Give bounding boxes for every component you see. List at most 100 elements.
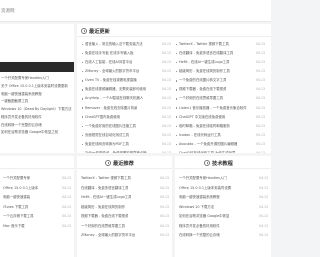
list-item[interactable]: 超级简历 - 免费在线简历制作 04-13 [77, 203, 172, 213]
list-item[interactable]: HeMi - 在线AI一键生成Logo工具 04-13 [77, 193, 172, 203]
list-item[interactable]: Remover - 免费在线去除图片背景 04-13 [82, 104, 173, 113]
item-title[interactable]: 超级简历 - 免费在线简历制作工具 [179, 67, 230, 76]
list-item[interactable]: ZMoney - 全球最火的数字货币平台 04-13 [82, 67, 173, 76]
item-title[interactable]: Listen1 音乐播放器 - 一个免费音乐聚合软件 [179, 104, 247, 113]
list-item[interactable]: 一个免费的在线图片转文字工具 04-13 [176, 76, 267, 85]
item-title[interactable]: Remover - 免费在线去除图片背景 [85, 104, 137, 113]
list-item[interactable]: 在线翻译 - 免费多语言在线翻译工具 04-13 [176, 49, 267, 58]
list-item[interactable]: 一个免费好用的在线图片压缩工具 04-13 [82, 122, 173, 131]
item-title[interactable]: 一个免费好用的在线图片压缩工具 [85, 122, 136, 131]
item-title[interactable]: TwitterX - Twitter 视频下载工具 [81, 174, 131, 184]
list-item[interactable]: 一个开关配置专家 04-13 [0, 174, 74, 184]
item-title[interactable]: Icodon - 在线代码运行工具 [179, 131, 221, 140]
list-item[interactable]: ChatGPT国内免费使用 04-13 [82, 113, 173, 122]
list-item[interactable]: 程序员开发必备的好用软件 04-13 [175, 222, 271, 232]
list-item[interactable]: 一键截图截屏工具 [0, 98, 74, 106]
list-item[interactable]: 在线翻译 - 免费多语言翻译工具 04-13 [77, 184, 172, 194]
list-item[interactable]: Oven TV - 免费在线观看电视直播 04-13 [82, 76, 173, 85]
item-title[interactable]: Mac 音乐下载 [3, 222, 25, 232]
list-item[interactable]: ChatGPT 中文版在线免费使用 04-13 [176, 113, 267, 122]
item-title[interactable]: ChatGPT 中文版在线免费使用 [179, 113, 225, 122]
list-item[interactable]: 页面视觉在线自动化测试工具 04-13 [82, 131, 173, 140]
list-item[interactable]: AnyHelp - 一个AI智能在线聊天机器人 04-13 [82, 94, 173, 103]
item-title[interactable]: TVBox影视盒子，免费观看影视直播点播 [85, 149, 147, 153]
item-title[interactable]: 一个开关配置专家Handles入门 [179, 174, 227, 184]
item-title[interactable]: Oven TV - 免费在线观看电视直播 [85, 76, 137, 85]
item-title[interactable]: 程序员开发必备的好用软件 [179, 222, 220, 232]
site-title[interactable]: 资源网 [1, 8, 15, 14]
list-item[interactable]: ChatGPT在线创作工具 为你生成创意 04-13 [176, 149, 267, 153]
item-title[interactable]: Windows 10 下载方法 [179, 203, 214, 213]
list-item[interactable]: 在线转换一个完整的云存储 [0, 122, 74, 130]
item-title[interactable]: TwitterX - Twitter 视频下载工具 [179, 40, 229, 49]
item-title[interactable]: 免费在线视频编辑器，无需安装即可使用 [85, 85, 146, 94]
item-title[interactable]: 一个云存储下载工具 [3, 212, 34, 222]
item-title[interactable]: ChatGPT国内免费使用 [85, 113, 120, 122]
list-item[interactable]: 一个开关配置专家Handles入门 [0, 75, 74, 83]
list-item[interactable]: 如何在谷歌浏览器 Google中恢复 04-13 [175, 212, 271, 222]
list-item[interactable]: 一个开关配置专家Handles入门 04-13 [175, 174, 271, 184]
list-item[interactable]: 电脑一键快速重装 04-13 [0, 193, 74, 203]
item-title[interactable]: 在线翻译 - 免费多语言翻译工具 [81, 184, 128, 194]
item-title[interactable]: HeMi - 在线AI一键生成Logo工具 [81, 193, 131, 203]
item-title[interactable]: Office 15.0 0.1上版本 [3, 184, 38, 194]
list-item[interactable]: TwitterX - Twitter 视频下载工具 04-13 [176, 40, 267, 49]
list-item[interactable]: 一个云存储下载工具 04-13 [0, 212, 74, 222]
item-title[interactable]: 一个开关配置专家 [3, 174, 30, 184]
list-item[interactable]: 在线人工智能 - 在线AI问答平台 04-13 [82, 58, 173, 67]
item-title[interactable]: 电脑一键快速重装 [3, 193, 30, 203]
list-item[interactable]: 视频下载器 - 免费在线下载视频 04-13 [176, 85, 267, 94]
list-item[interactable]: Windows 10 下载方法 04-13 [175, 203, 271, 213]
item-title[interactable]: ZMoney - 全球最火的数字货币平台 [81, 231, 135, 241]
list-item[interactable]: 电脑一键快速重装系统教程 [0, 91, 74, 99]
item-title[interactable]: Avocado - 一个免费开源的图片编辑器 [179, 140, 237, 149]
list-item[interactable]: TwitterX - Twitter 视频下载工具 04-13 [77, 174, 172, 184]
item-title[interactable]: 一个好用的在线思维导图工具 [179, 94, 223, 103]
list-item[interactable]: 电脑一键快速重装系统教程 04-13 [175, 193, 271, 203]
item-title[interactable]: ChatGPT在线创作工具 为你生成创意 [179, 149, 235, 153]
item-title[interactable]: 电脑一键快速重装系统教程 [179, 193, 220, 203]
list-item[interactable]: Avocado - 一个免费开源的图片编辑器 04-13 [176, 140, 267, 149]
item-title[interactable]: 临时邮箱 - 免费在线临时邮箱服务 [179, 122, 230, 131]
list-item[interactable]: 免费在线网页转换为PDF工具 04-13 [82, 140, 173, 149]
item-title[interactable]: AnyHelp - 一个AI智能在线聊天机器人 [85, 94, 143, 103]
list-item[interactable]: 关于 Office 15.0 0.1上版本安装时设置更新 [0, 83, 74, 91]
item-title[interactable]: 如何在谷歌浏览器 Google中恢复 [179, 212, 229, 222]
item-title[interactable]: ZMoney - 全球最火的数字货币平台 [85, 67, 139, 76]
item-title[interactable]: iTunes 下载工具 [3, 203, 28, 213]
item-title[interactable]: Office 15.0 0.1上版本安装时设置 [179, 184, 231, 194]
list-item[interactable]: Office 15.0 0.1上版本安装时设置 04-13 [175, 184, 271, 194]
item-title[interactable]: 在线人工智能 - 在线AI问答平台 [85, 58, 132, 67]
item-title[interactable]: 视频下载器 - 免费在线下载视频 [81, 212, 128, 222]
list-item[interactable]: 超级简历 - 免费在线简历制作工具 04-13 [176, 67, 267, 76]
list-item[interactable]: 语言输入 - 常见的输入法下载安装方法 04-13 [82, 40, 173, 49]
item-title[interactable]: HeMi - 在线AI一键生成Logo工具 [179, 58, 229, 67]
item-title[interactable]: 超级简历 - 免费在线简历制作 [81, 203, 125, 213]
list-item[interactable]: Listen1 音乐播放器 - 一个免费音乐聚合软件 04-13 [176, 104, 267, 113]
item-title[interactable]: 一个免费的在线图片转文字工具 [179, 76, 226, 85]
list-item[interactable]: 在线转换一个完整的云存储 04-13 [175, 231, 271, 241]
list-item[interactable]: 免费在线手写板 在线手写输入板 04-13 [82, 49, 173, 58]
list-item[interactable]: 一个好用的在线思维导图工具 04-13 [77, 222, 172, 232]
item-title[interactable]: 一个好用的在线思维导图工具 [81, 222, 125, 232]
list-item[interactable]: HeMi - 在线AI一键生成Logo工具 04-13 [176, 58, 267, 67]
list-item[interactable]: 视频下载器 - 免费在线下载视频 04-13 [77, 212, 172, 222]
list-item[interactable]: Office 15.0 0.1上版本 04-13 [0, 184, 74, 194]
list-item[interactable]: 程序员开发必备的好用软件 [0, 114, 74, 122]
item-title[interactable]: 免费在线网页转换为PDF工具 [85, 140, 129, 149]
list-item[interactable]: 一个好用的在线思维导图工具 04-13 [176, 94, 267, 103]
featured-banner[interactable] [0, 24, 74, 72]
list-item[interactable]: iTunes 下载工具 04-13 [0, 203, 74, 213]
list-item[interactable]: Mac 音乐下载 04-13 [0, 222, 74, 232]
list-item[interactable]: 免费在线视频编辑器，无需安装即可使用 04-13 [82, 85, 173, 94]
list-item[interactable]: Windows 10（Dead By Daylight）下载方法 [0, 106, 74, 114]
list-item[interactable]: Icodon - 在线代码运行工具 04-13 [176, 131, 267, 140]
list-item[interactable]: 临时邮箱 - 免费在线临时邮箱服务 04-13 [176, 122, 267, 131]
item-title[interactable]: 在线翻译 - 免费多语言在线翻译工具 [179, 49, 233, 58]
item-title[interactable]: 在线转换一个完整的云存储 [179, 231, 220, 241]
list-item[interactable]: ZMoney - 全球最火的数字货币平台 04-13 [77, 231, 172, 241]
item-title[interactable]: 免费在线手写板 在线手写输入板 [85, 49, 134, 58]
list-item[interactable]: 如何在谷歌浏览器 Google中恢复之前 [0, 129, 74, 137]
item-title[interactable]: 视频下载器 - 免费在线下载视频 [179, 85, 226, 94]
item-title[interactable]: 语言输入 - 常见的输入法下载安装方法 [85, 40, 143, 49]
